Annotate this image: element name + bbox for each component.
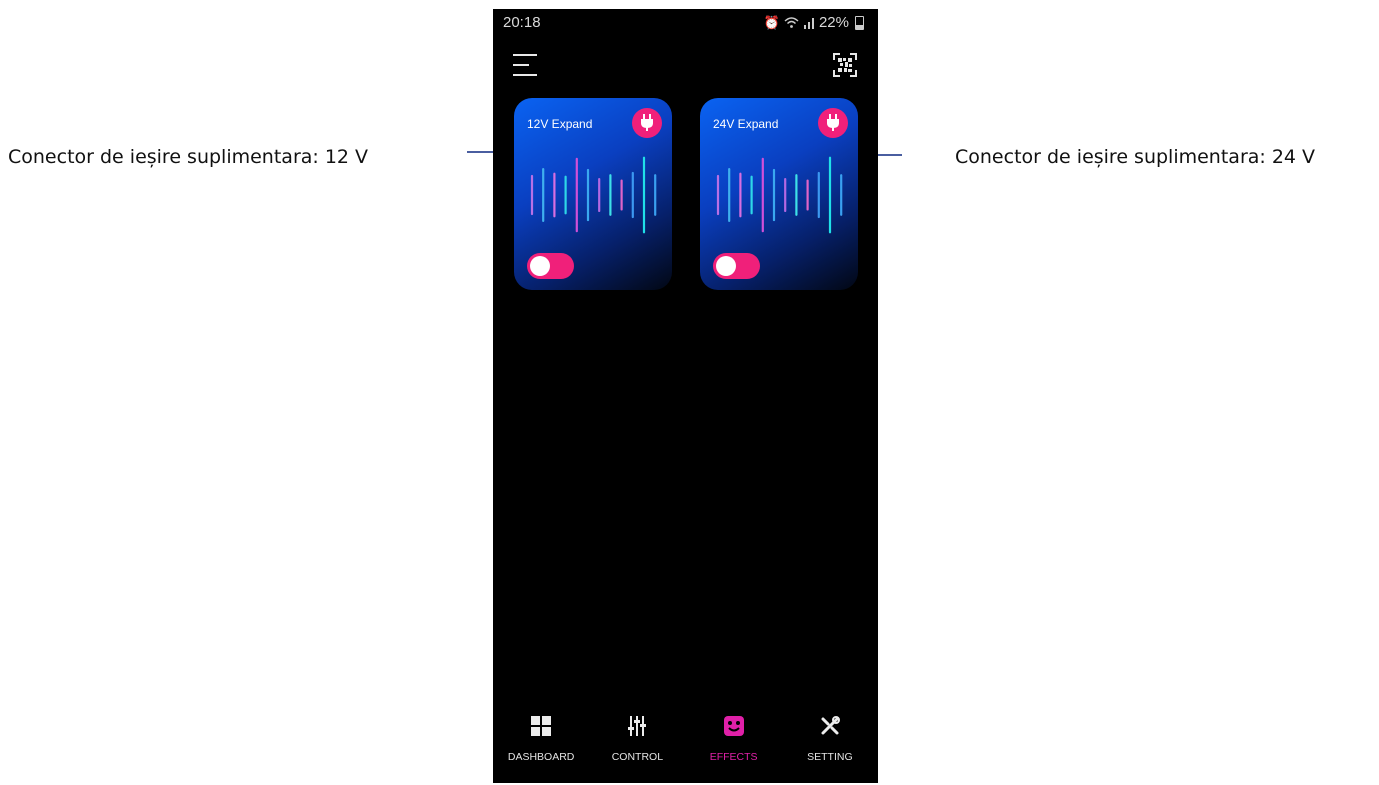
bottom-navigation: DASHBOARD CONTROL EFFECTS SETTING	[493, 706, 878, 783]
hamburger-menu-icon	[513, 54, 537, 56]
card-24v-expand[interactable]: 24V Expand	[700, 98, 858, 290]
sliders-icon	[628, 716, 647, 736]
nav-label: DASHBOARD	[507, 751, 575, 763]
toggle-knob	[716, 256, 736, 276]
effects-icon	[723, 716, 744, 736]
status-icons: ⏰ 22%	[764, 14, 864, 31]
battery-percent: 22%	[818, 14, 849, 31]
nav-label: SETTING	[807, 751, 853, 763]
grid-icon	[531, 716, 552, 736]
card-12v-expand[interactable]: 12V Expand	[514, 98, 672, 290]
signal-icon	[803, 17, 814, 29]
hamburger-menu-icon-line	[513, 64, 529, 66]
battery-icon	[855, 15, 864, 30]
hamburger-menu-icon-line	[513, 74, 537, 76]
waveform-graphic	[530, 156, 657, 234]
power-toggle[interactable]	[527, 253, 574, 279]
nav-label: EFFECTS	[709, 751, 758, 763]
alarm-icon: ⏰	[763, 14, 780, 30]
status-time: 20:18	[503, 14, 541, 31]
qr-code-scan-icon	[833, 53, 857, 77]
wifi-icon	[784, 16, 799, 28]
plug-icon	[827, 114, 839, 131]
toggle-knob	[530, 256, 550, 276]
power-toggle[interactable]	[713, 253, 760, 279]
plug-button[interactable]	[818, 108, 848, 138]
qr-scan-button[interactable]	[833, 53, 857, 77]
annotation-12v: Conector de ieșire suplimentara: 12 V	[8, 146, 369, 168]
phone-screen: 20:18 ⏰ 22% 12V Expand 24V Expand DASHBO…	[493, 9, 878, 783]
tools-icon	[821, 716, 840, 735]
annotation-24v: Conector de ieșire suplimentara: 24 V	[955, 146, 1316, 168]
nav-item-control[interactable]: CONTROL	[589, 706, 685, 783]
card-title: 12V Expand	[527, 117, 593, 131]
nav-label: CONTROL	[611, 751, 664, 763]
card-title: 24V Expand	[713, 117, 779, 131]
nav-item-effects[interactable]: EFFECTS	[686, 706, 782, 783]
plug-icon	[641, 114, 653, 131]
menu-button[interactable]	[513, 51, 539, 77]
nav-item-setting[interactable]: SETTING	[782, 706, 878, 783]
nav-item-dashboard[interactable]: DASHBOARD	[493, 706, 589, 783]
waveform-graphic	[716, 156, 843, 234]
plug-button[interactable]	[632, 108, 662, 138]
status-bar: 20:18 ⏰ 22%	[493, 9, 878, 37]
